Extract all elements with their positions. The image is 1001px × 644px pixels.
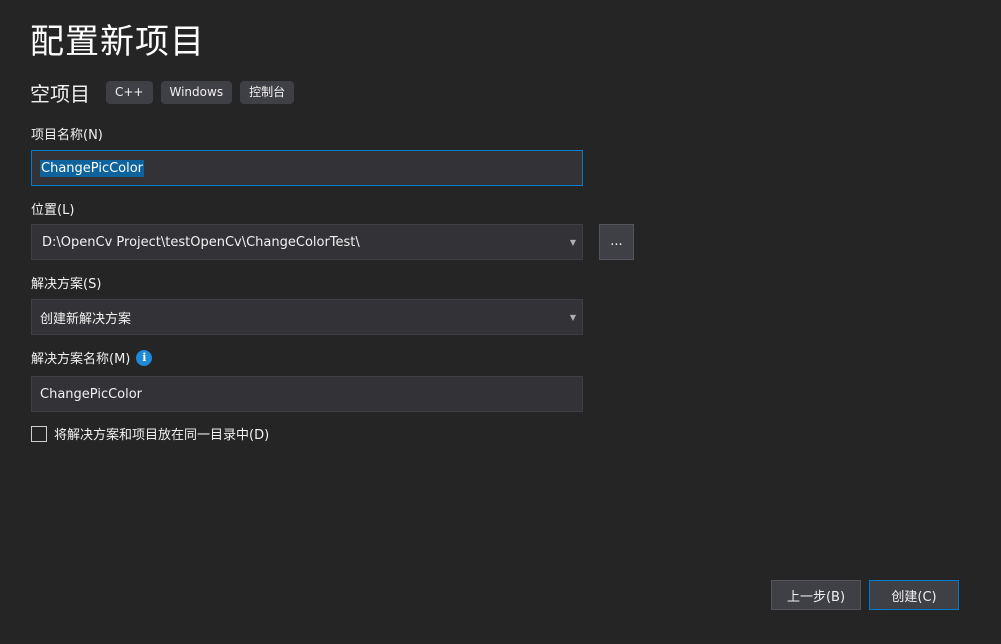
project-name-label: 项目名称(N) <box>31 128 103 143</box>
browse-button[interactable]: ... <box>599 224 634 260</box>
tag-windows: Windows <box>160 81 233 104</box>
page-title: 配置新项目 <box>30 22 205 62</box>
chevron-down-icon[interactable]: ▼ <box>570 238 576 247</box>
back-button[interactable]: 上一步(B) <box>771 580 861 610</box>
project-name-input[interactable]: ChangePicColor <box>31 150 583 186</box>
location-label: 位置(L) <box>31 203 75 218</box>
create-button[interactable]: 创建(C) <box>869 580 959 610</box>
same-directory-option[interactable]: 将解决方案和项目放在同一目录中(D) <box>31 424 269 443</box>
tag-cpp: C++ <box>106 81 153 104</box>
solution-name-label-row: 解决方案名称(M) i <box>31 348 153 367</box>
project-name-value: ChangePicColor <box>40 159 145 177</box>
template-summary: 空项目 C++ Windows 控制台 <box>30 78 302 107</box>
solution-name-input[interactable]: ChangePicColor <box>31 376 583 412</box>
same-directory-label: 将解决方案和项目放在同一目录中(D) <box>54 428 270 443</box>
location-combobox[interactable]: D:\OpenCv Project\testOpenCv\ChangeColor… <box>31 224 583 260</box>
tag-console: 控制台 <box>240 81 295 104</box>
info-icon[interactable]: i <box>136 349 153 366</box>
chevron-down-icon[interactable]: ▼ <box>570 313 576 322</box>
location-value: D:\OpenCv Project\testOpenCv\ChangeColor… <box>42 234 360 250</box>
configure-project-page: 配置新项目 空项目 C++ Windows 控制台 项目名称(N) Change… <box>0 0 1001 644</box>
solution-dropdown[interactable]: 创建新解决方案 ▼ <box>31 299 583 335</box>
solution-name-value: ChangePicColor <box>40 386 143 402</box>
solution-name-label: 解决方案名称(M) <box>31 352 131 367</box>
template-name: 空项目 <box>30 82 90 106</box>
solution-label: 解决方案(S) <box>31 277 102 292</box>
solution-value: 创建新解决方案 <box>40 311 132 327</box>
same-directory-checkbox[interactable] <box>31 425 47 442</box>
